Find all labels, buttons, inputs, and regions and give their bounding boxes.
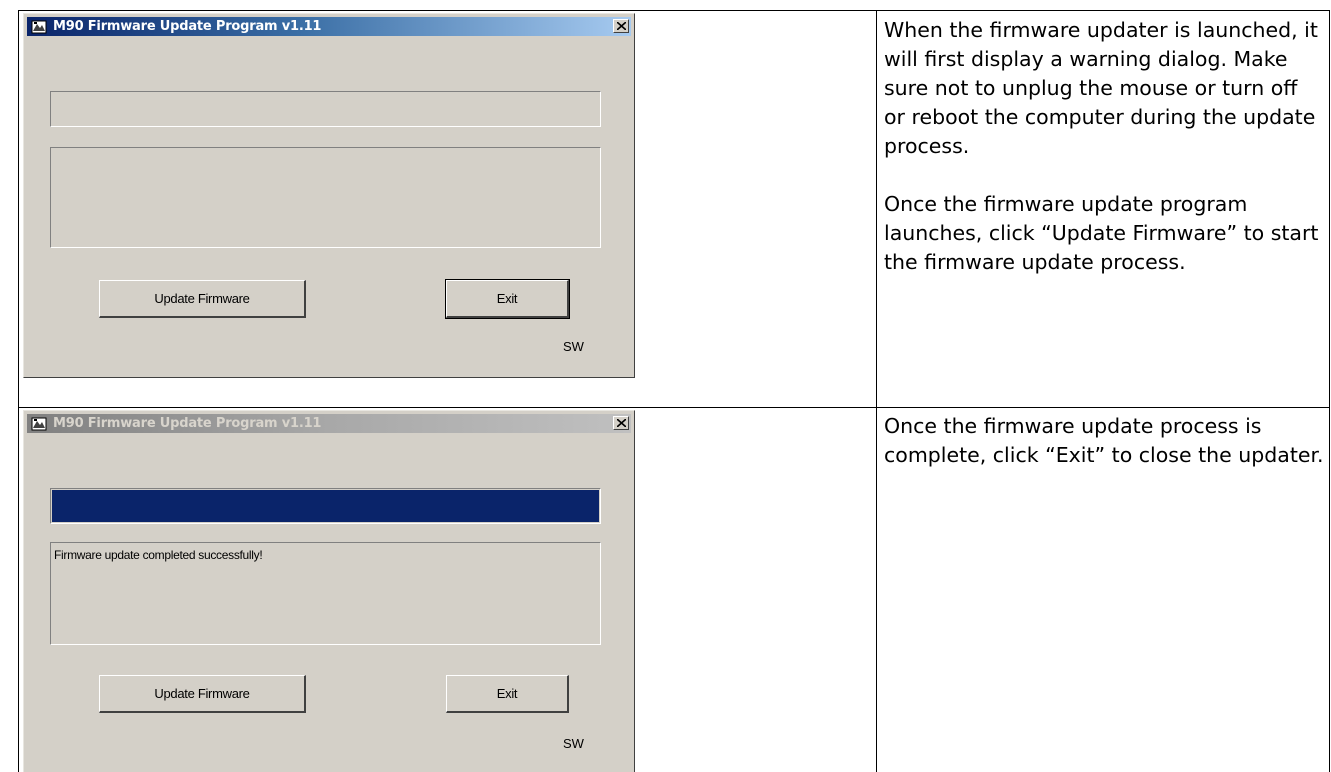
firmware-dialog-initial: M90 Firmware Update Program v1.11 Update… [23,13,635,378]
description-paragraph: Once the firmware update process is comp… [884,414,1324,467]
table-border-left [18,10,19,772]
progress-bar [50,91,601,127]
dialog-title: M90 Firmware Update Program v1.11 [53,416,322,431]
status-box: Firmware update completed successfully! [50,542,601,645]
status-box [50,147,601,248]
close-button[interactable] [613,416,629,430]
dialog-title: M90 Firmware Update Program v1.11 [53,19,322,34]
description-paragraph: Once the firmware update program launche… [884,192,1319,274]
close-button[interactable] [613,19,629,33]
description-paragraph: When the firmware updater is launched, i… [884,18,1318,158]
description-row-1: When the firmware updater is launched, i… [884,16,1324,277]
close-icon [617,419,626,427]
app-icon [31,20,47,34]
status-text: Firmware update completed successfully! [54,548,263,562]
update-firmware-button[interactable]: Update Firmware [99,675,306,713]
dialog-titlebar[interactable]: M90 Firmware Update Program v1.11 [27,17,631,36]
table-border-top [18,10,1330,11]
description-row-2: Once the firmware update process is comp… [884,412,1324,470]
version-tag: SW [563,339,584,354]
progress-bar [50,488,601,524]
dialog-titlebar[interactable]: M90 Firmware Update Program v1.11 [27,414,631,433]
table-border-middle [18,407,1330,408]
update-firmware-button[interactable]: Update Firmware [99,280,306,318]
table-border-center [876,10,877,772]
exit-button[interactable]: Exit [446,675,569,713]
firmware-dialog-complete: M90 Firmware Update Program v1.11 Firmwa… [23,410,635,772]
close-icon [617,22,626,30]
version-tag: SW [563,736,584,751]
table-border-right [1329,10,1330,772]
exit-button[interactable]: Exit [445,279,570,319]
progress-fill [52,490,599,522]
app-icon [31,417,47,431]
